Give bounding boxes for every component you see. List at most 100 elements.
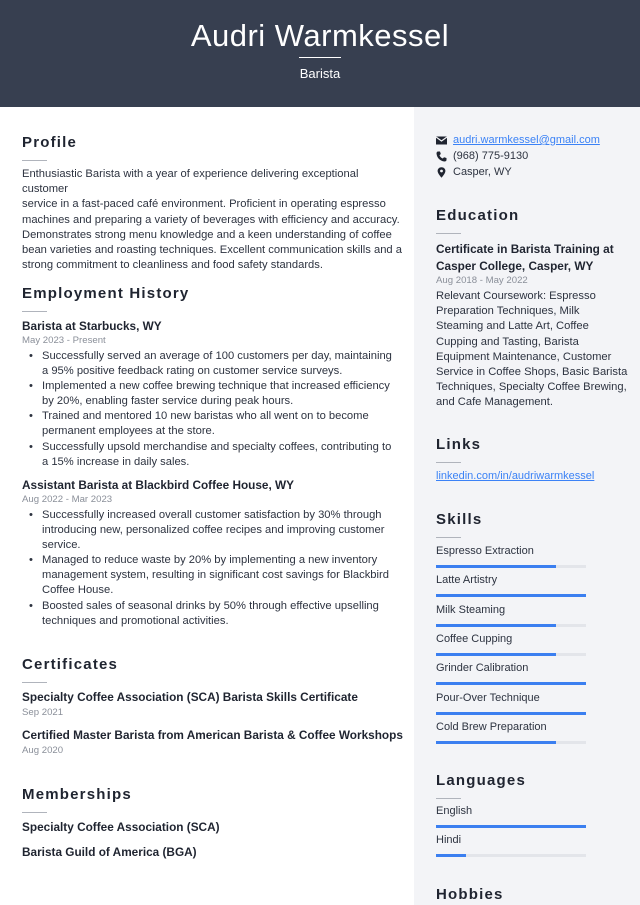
skill-level-track xyxy=(436,711,586,715)
membership-item: Specialty Coffee Association (SCA) xyxy=(22,820,220,834)
coursework-line: Service in Coffee Shops, Basic Barista xyxy=(436,366,628,379)
contact-phone: (968) 775-9130 xyxy=(436,150,528,162)
degree-line: Certificate in Barista Training at xyxy=(436,242,614,256)
languages-heading: Languages xyxy=(436,772,526,789)
language-level-fill xyxy=(436,825,586,828)
education-degree: Certificate in Barista Training at Caspe… xyxy=(436,241,614,275)
coursework-line: Cupping and Tasting, Barista xyxy=(436,335,579,348)
job-title: Barista xyxy=(299,66,341,81)
skill-level-fill xyxy=(436,594,586,598)
location-text: Casper, WY xyxy=(453,166,512,178)
skill-item: Milk Steaming xyxy=(436,604,586,627)
skill-name: Espresso Extraction xyxy=(436,545,534,557)
certificate-name: Specialty Coffee Association (SCA) Baris… xyxy=(22,690,358,704)
language-item: English xyxy=(436,805,586,828)
resume-header: Audri Warmkessel Barista xyxy=(0,0,640,107)
profile-heading: Profile xyxy=(22,134,78,151)
education-description: Relevant Coursework: Espresso Preparatio… xyxy=(436,289,636,411)
coursework-line: Preparation Techniques, Milk xyxy=(436,305,580,318)
job-bullet: Implemented a new coffee brewing techniq… xyxy=(22,379,394,409)
coursework-line: and Cafe Management. xyxy=(436,396,553,409)
section-divider xyxy=(436,537,461,538)
skill-item: Cold Brew Preparation xyxy=(436,721,586,744)
skill-level-track xyxy=(436,682,586,686)
job-dates-2: Aug 2022 - Mar 2023 xyxy=(22,494,113,505)
job-bullet: Trained and mentored 10 new baristas who… xyxy=(22,409,394,439)
links-heading: Links xyxy=(436,436,482,453)
skill-level-fill xyxy=(436,711,586,715)
section-divider xyxy=(436,798,461,799)
job-bullet: Successfully upsold merchandise and spec… xyxy=(22,440,394,470)
job-bullet: Boosted sales of seasonal drinks by 50% … xyxy=(22,599,394,629)
skill-level-fill xyxy=(436,623,556,627)
linkedin-link[interactable]: linkedin.com/in/audriwarmkessel xyxy=(436,470,594,482)
certificate-name: Certified Master Barista from American B… xyxy=(22,728,403,742)
skill-level-fill xyxy=(436,565,556,568)
section-divider xyxy=(22,682,47,683)
main-column: Profile Enthusiastic Barista with a year… xyxy=(0,107,414,905)
job-bullet: Successfully increased overall customer … xyxy=(22,508,394,553)
skill-item: Espresso Extraction xyxy=(436,545,586,568)
job-bullets-2: Successfully increased overall customer … xyxy=(22,508,394,629)
coursework-line: Steaming and Latte Art, Coffee xyxy=(436,320,589,333)
coursework-line: Relevant Coursework: Espresso xyxy=(436,290,596,302)
job-dates-1: May 2023 - Present xyxy=(22,335,106,346)
email-link[interactable]: audri.warmkessel@gmail.com xyxy=(453,134,600,146)
job-bullets-1: Successfully served an average of 100 cu… xyxy=(22,349,394,470)
skill-name: Pour-Over Technique xyxy=(436,691,540,704)
job-title-1: Barista at Starbucks, WY xyxy=(22,319,162,333)
skill-level-track xyxy=(436,594,586,598)
map-pin-icon xyxy=(436,166,447,178)
certificates-heading: Certificates xyxy=(22,656,119,673)
certificate-date: Aug 2020 xyxy=(22,745,64,756)
summary-line: bean varieties and roasting techniques. … xyxy=(22,244,402,257)
language-name: Hindi xyxy=(436,834,462,847)
candidate-name: Audri Warmkessel xyxy=(190,18,450,53)
skill-item: Pour-Over Technique xyxy=(436,692,586,715)
phone-icon xyxy=(436,151,447,162)
skill-level-track xyxy=(436,740,586,744)
certificate-date: Sep 2021 xyxy=(22,707,64,718)
job-title-2: Assistant Barista at Blackbird Coffee Ho… xyxy=(22,478,295,492)
skill-name: Coffee Cupping xyxy=(436,632,513,645)
skill-name: Latte Artistry xyxy=(436,574,498,587)
skill-name: Milk Steaming xyxy=(436,603,506,616)
skill-name: Cold Brew Preparation xyxy=(436,720,547,733)
memberships-heading: Memberships xyxy=(22,786,132,803)
degree-line: Casper College, Casper, WY xyxy=(436,259,594,273)
membership-item: Barista Guild of America (BGA) xyxy=(22,845,197,859)
skill-level-track xyxy=(436,652,586,656)
header-divider xyxy=(299,57,341,58)
language-item: Hindi xyxy=(436,834,586,858)
language-name: English xyxy=(436,805,473,817)
skill-level-fill xyxy=(436,652,556,656)
skill-item: Grinder Calibration xyxy=(436,662,586,686)
education-heading: Education xyxy=(436,207,520,224)
summary-line: Demonstrates strong menu knowledge and a… xyxy=(22,228,392,241)
contact-location: Casper, WY xyxy=(436,166,512,178)
skill-level-fill xyxy=(436,682,586,686)
section-divider xyxy=(22,160,47,161)
job-bullet: Successfully served an average of 100 cu… xyxy=(22,349,394,379)
skill-name: Grinder Calibration xyxy=(436,662,529,675)
section-divider xyxy=(436,233,461,234)
coursework-line: Techniques, Specialty Coffee Brewing, xyxy=(436,381,627,394)
summary-line: Enthusiastic Barista with a year of expe… xyxy=(22,168,359,196)
education-dates: Aug 2018 - May 2022 xyxy=(436,275,528,286)
language-level-fill xyxy=(436,854,466,858)
employment-heading: Employment History xyxy=(22,285,190,302)
skill-item: Latte Artistry xyxy=(436,574,586,598)
summary-line: service in a fast-paced café environment… xyxy=(22,198,386,211)
summary-line: strong commitment to cleanliness and foo… xyxy=(22,259,323,272)
hobbies-heading: Hobbies xyxy=(436,886,504,903)
section-divider xyxy=(22,311,47,312)
job-bullet: Managed to reduce waste by 20% by implem… xyxy=(22,553,394,598)
contact-email: audri.warmkessel@gmail.com xyxy=(435,134,600,146)
section-divider xyxy=(22,812,47,813)
profile-summary: Enthusiastic Barista with a year of expe… xyxy=(22,167,402,273)
summary-line: machines and preparing a variety of beve… xyxy=(22,213,400,226)
skill-level-fill xyxy=(436,740,556,744)
section-divider xyxy=(436,462,461,463)
skill-level-track xyxy=(436,623,586,627)
coursework-line: Equipment Maintenance, Customer xyxy=(436,350,612,363)
